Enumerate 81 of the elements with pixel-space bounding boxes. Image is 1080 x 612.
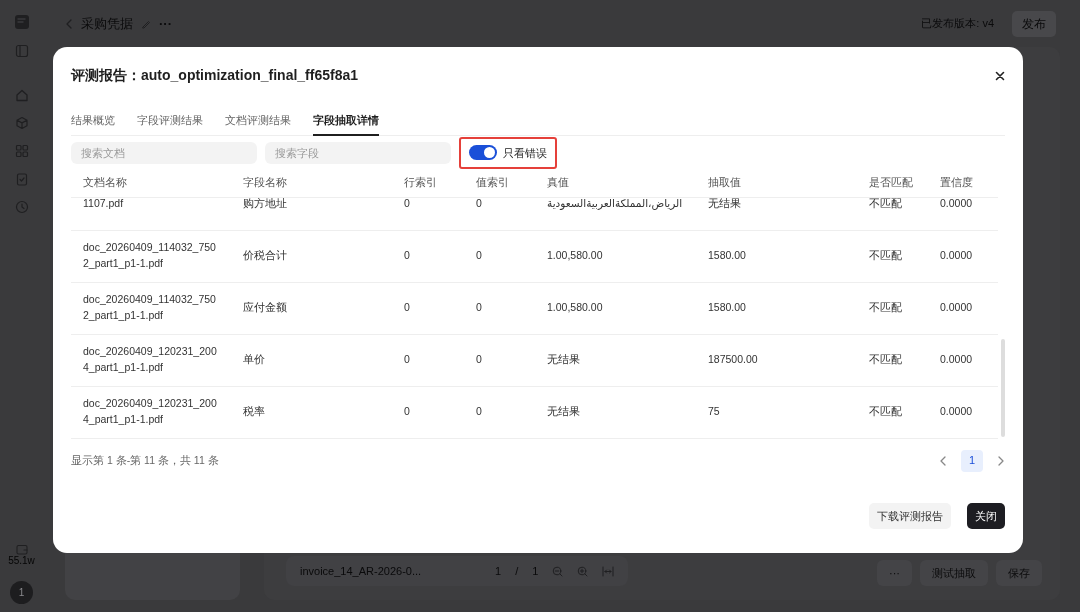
table-cell: 不匹配 (857, 282, 928, 334)
column-header: 置信度 (928, 169, 998, 197)
summary-text: 显示第 1 条-第 11 条，共 11 条 (71, 452, 219, 468)
table-cell: 0 (464, 230, 535, 282)
zoom-out-icon[interactable] (552, 565, 564, 577)
fit-width-icon[interactable] (602, 565, 615, 577)
table-cell: 1.00,580.00 (535, 230, 696, 282)
column-header: 真值 (535, 169, 696, 197)
zoom-in-icon[interactable] (577, 565, 589, 577)
search-field[interactable]: 搜索文档 (71, 141, 257, 164)
page-separator: / (515, 563, 519, 579)
sidebar-toggle-icon[interactable] (14, 44, 29, 58)
table-cell: 0 (392, 386, 464, 438)
table-cell: 187500.00 (696, 334, 857, 386)
table-cell: 0 (392, 230, 464, 282)
column-header: 是否匹配 (857, 169, 928, 197)
column-header: 行索引 (392, 169, 464, 197)
table-cell: 0.0000 (928, 230, 998, 282)
table-cell: 0.0000 (928, 386, 998, 438)
toggle-label: 只看错误 (503, 145, 547, 161)
search-field[interactable]: 搜索字段 (265, 141, 451, 164)
table-cell: 单价 (231, 334, 392, 386)
wallet-icon (15, 544, 28, 555)
cube-icon[interactable] (14, 116, 29, 130)
table-cell: 1.00,580.00 (535, 282, 696, 334)
table-cell: 0 (464, 282, 535, 334)
download-report-button[interactable]: 下载评测报告 (869, 502, 951, 529)
table-cell: 0 (464, 334, 535, 386)
edit-icon[interactable] (141, 18, 151, 29)
table-cell: 0 (464, 386, 535, 438)
clock-icon[interactable] (14, 200, 29, 214)
logo-icon (13, 14, 30, 30)
table-cell: 无结果 (696, 197, 857, 230)
table-cell: 1107.pdf (71, 197, 231, 230)
table-cell: 价税合计 (231, 230, 392, 282)
column-header: 文档名称 (71, 169, 231, 197)
table-cell: doc_20260409_114032_7502_part1_p1-1.pdf (71, 282, 231, 334)
home-icon[interactable] (14, 88, 29, 102)
table-cell: 不匹配 (857, 197, 928, 230)
dialog-title: 评测报告：auto_optimization_final_ff65f8a1 (71, 66, 359, 85)
close-icon[interactable] (995, 70, 1005, 81)
table-cell: 0 (392, 197, 464, 230)
table-cell: 应付金额 (231, 282, 392, 334)
table-cell: 75 (696, 386, 857, 438)
chevron-left-icon[interactable] (939, 454, 947, 467)
tab[interactable]: 文档评测结果 (225, 108, 291, 136)
table-cell: 无结果 (535, 334, 696, 386)
table-cell: 1580.00 (696, 230, 857, 282)
table-cell: 1580.00 (696, 282, 857, 334)
column-header: 抽取值 (696, 169, 857, 197)
page-button[interactable]: 1 (961, 449, 983, 472)
avatar[interactable]: 1 (10, 581, 33, 604)
table-cell: 税率 (231, 386, 392, 438)
table-cell: 不匹配 (857, 334, 928, 386)
table-cell: 购方地址 (231, 197, 392, 230)
tab[interactable]: 字段评测结果 (137, 108, 203, 136)
table-cell: 无结果 (535, 386, 696, 438)
column-header: 字段名称 (231, 169, 392, 197)
table-cell: 0.0000 (928, 282, 998, 334)
table-cell: 0.0000 (928, 197, 998, 230)
table-cell: 0 (392, 334, 464, 386)
grid-icon[interactable] (14, 144, 29, 158)
file-name: invoice_14_AR-2026-0... (300, 563, 422, 579)
back-icon[interactable] (65, 17, 73, 30)
column-header: 值索引 (464, 169, 535, 197)
table-cell: doc_20260409_120231_2004_part1_p1-1.pdf (71, 334, 231, 386)
table-cell: 0 (392, 282, 464, 334)
chevron-right-icon[interactable] (997, 454, 1005, 467)
toggle-switch[interactable] (469, 145, 497, 161)
table-cell: doc_20260409_114032_7502_part1_p1-1.pdf (71, 230, 231, 282)
table-cell: الرياض،المملكةالعربيةالسعودية (535, 197, 696, 230)
table-cell: 不匹配 (857, 386, 928, 438)
tab[interactable]: 字段抽取详情 (313, 108, 379, 136)
page-count: 1 (532, 563, 539, 579)
table-cell: 不匹配 (857, 230, 928, 282)
table-cell: doc_20260409_120231_2004_part1_p1-1.pdf (71, 386, 231, 438)
close-button[interactable]: 关闭 (967, 502, 1005, 529)
clipboard-check-icon[interactable] (14, 172, 29, 186)
table-cell: 0.0000 (928, 334, 998, 386)
tab[interactable]: 结果概览 (71, 108, 115, 136)
table-cell: 0 (464, 197, 535, 230)
